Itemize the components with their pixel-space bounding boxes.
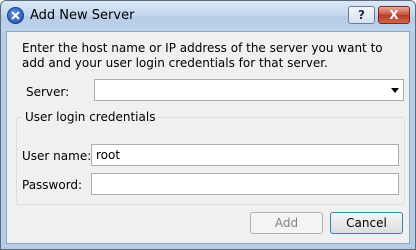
credentials-group-title: User login credentials [22,110,159,124]
server-combobox[interactable] [94,79,404,101]
cancel-button[interactable]: Cancel [330,212,403,234]
username-label: User name: [22,149,92,163]
password-input[interactable] [91,173,399,195]
username-input[interactable] [91,144,399,166]
help-button[interactable]: ? [348,6,375,24]
server-label: Server: [26,85,70,99]
window-title: Add New Server [30,8,135,23]
add-button[interactable]: Add [250,212,323,234]
dialog-body: Enter the host name or IP address of the… [6,31,410,244]
chevron-down-icon[interactable] [391,88,399,93]
close-button[interactable]: X [378,6,410,24]
title-bar[interactable]: Add New Server ? X [1,1,415,31]
add-server-dialog: Add New Server ? X Enter the host name o… [0,0,416,250]
password-label: Password: [22,178,83,192]
intro-text: Enter the host name or IP address of the… [22,41,383,70]
app-icon [7,7,24,24]
